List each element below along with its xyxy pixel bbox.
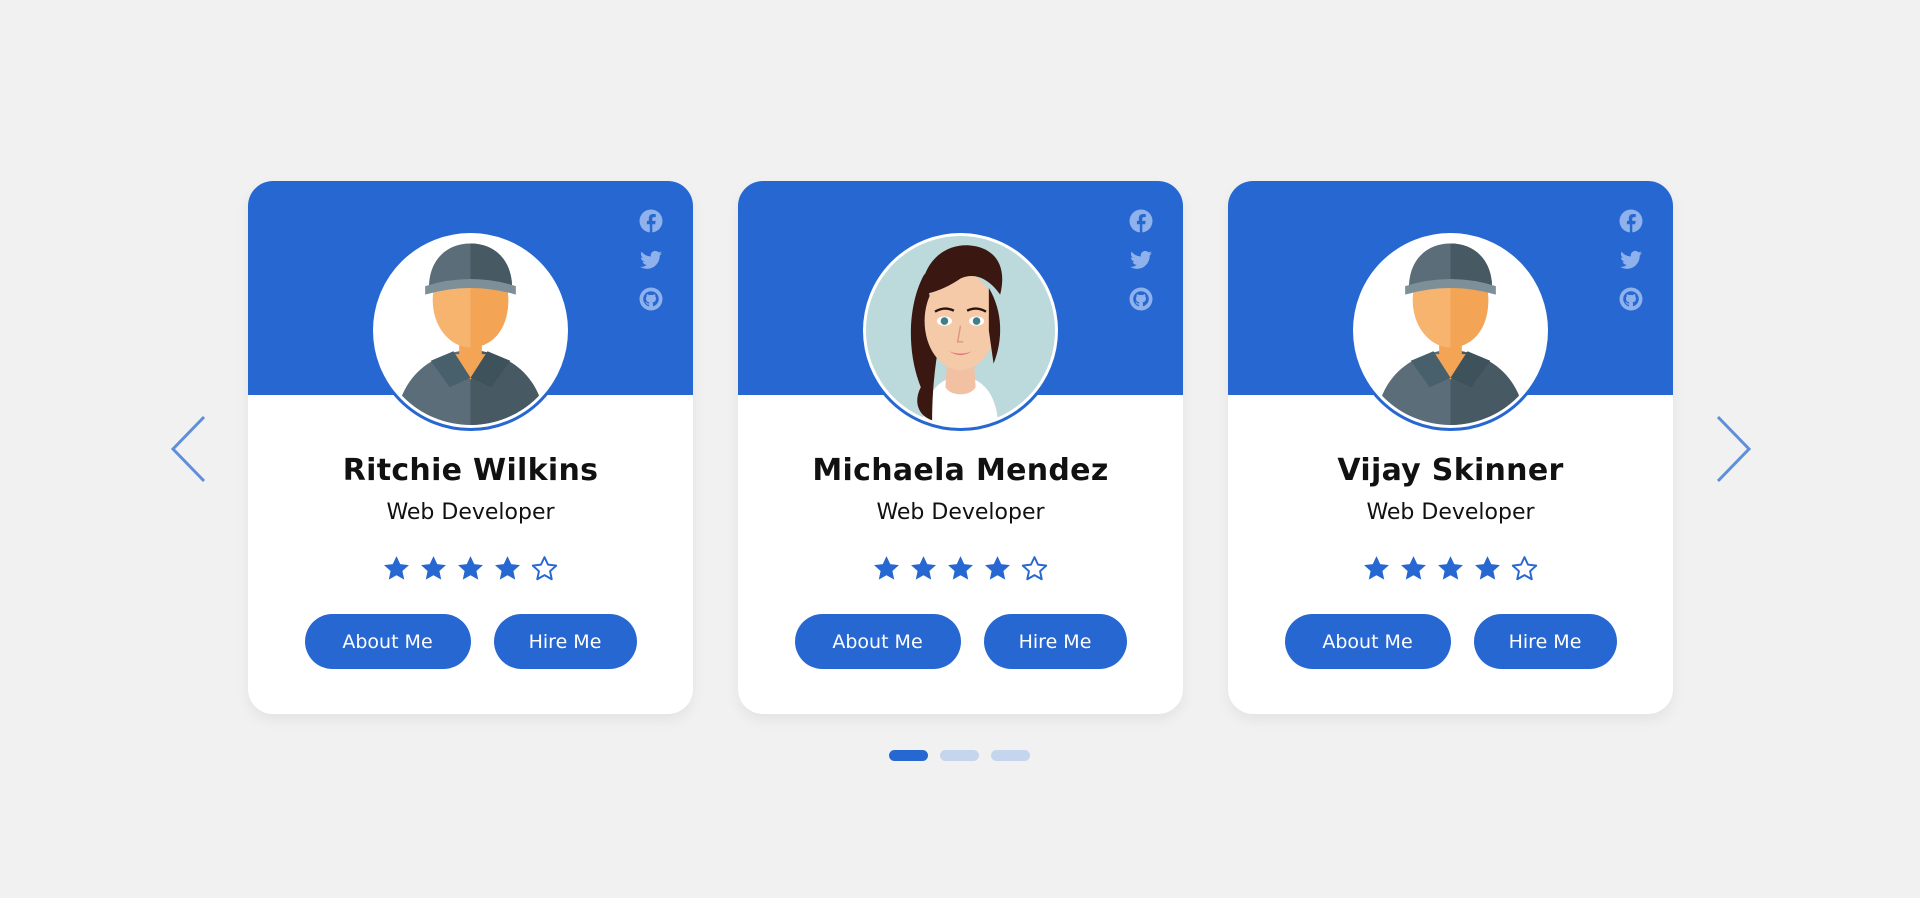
hire-me-button[interactable]: Hire Me <box>1473 614 1617 669</box>
card-actions: About Me Hire Me <box>1228 614 1673 669</box>
card-actions: About Me Hire Me <box>248 614 693 669</box>
profile-role: Web Developer <box>1366 500 1535 525</box>
about-me-button[interactable]: About Me <box>794 614 961 669</box>
github-icon[interactable] <box>1619 287 1643 311</box>
avatar-frame <box>370 230 571 431</box>
profile-role: Web Developer <box>386 500 555 525</box>
pagination-dot[interactable] <box>889 750 928 761</box>
social-links <box>1619 209 1643 311</box>
star-filled-icon <box>419 554 448 583</box>
avatar <box>866 236 1055 425</box>
chevron-right-icon[interactable] <box>1712 414 1752 484</box>
profile-role: Web Developer <box>876 500 1045 525</box>
star-filled-icon <box>872 554 901 583</box>
star-filled-icon <box>1362 554 1391 583</box>
star-filled-icon <box>909 554 938 583</box>
star-filled-icon <box>1399 554 1428 583</box>
star-rating <box>248 554 693 583</box>
facebook-icon[interactable] <box>639 209 663 233</box>
twitter-icon[interactable] <box>1619 248 1643 272</box>
about-me-button[interactable]: About Me <box>1284 614 1451 669</box>
chevron-left-icon[interactable] <box>170 414 210 484</box>
card-actions: About Me Hire Me <box>738 614 1183 669</box>
star-filled-icon <box>382 554 411 583</box>
star-filled-icon <box>983 554 1012 583</box>
hire-me-button[interactable]: Hire Me <box>983 614 1127 669</box>
facebook-icon[interactable] <box>1129 209 1153 233</box>
star-filled-icon <box>493 554 522 583</box>
star-rating <box>1228 554 1673 583</box>
social-links <box>1129 209 1153 311</box>
star-rating <box>738 554 1183 583</box>
profile-card: Ritchie Wilkins Web Developer About Me H… <box>248 181 693 714</box>
github-icon[interactable] <box>1129 287 1153 311</box>
profile-name: Michaela Mendez <box>812 453 1109 488</box>
avatar-frame <box>860 230 1061 431</box>
cards-track: Ritchie Wilkins Web Developer About Me H… <box>248 181 1673 714</box>
twitter-icon[interactable] <box>639 248 663 272</box>
avatar-frame <box>1350 230 1551 431</box>
star-filled-icon <box>1436 554 1465 583</box>
hire-me-button[interactable]: Hire Me <box>493 614 637 669</box>
facebook-icon[interactable] <box>1619 209 1643 233</box>
profile-name: Vijay Skinner <box>1337 453 1564 488</box>
star-filled-icon <box>1473 554 1502 583</box>
github-icon[interactable] <box>639 287 663 311</box>
profile-card: Vijay Skinner Web Developer About Me Hir… <box>1228 181 1673 714</box>
social-links <box>639 209 663 311</box>
avatar <box>376 236 565 425</box>
twitter-icon[interactable] <box>1129 248 1153 272</box>
star-filled-icon <box>946 554 975 583</box>
star-filled-icon <box>456 554 485 583</box>
about-me-button[interactable]: About Me <box>304 614 471 669</box>
avatar <box>1356 236 1545 425</box>
pagination-dots <box>889 750 1030 761</box>
profile-name: Ritchie Wilkins <box>342 453 599 488</box>
star-empty-icon <box>530 554 559 583</box>
pagination-dot[interactable] <box>991 750 1030 761</box>
star-empty-icon <box>1510 554 1539 583</box>
profile-card: Michaela Mendez Web Developer About Me H… <box>738 181 1183 714</box>
star-empty-icon <box>1020 554 1049 583</box>
pagination-dot[interactable] <box>940 750 979 761</box>
